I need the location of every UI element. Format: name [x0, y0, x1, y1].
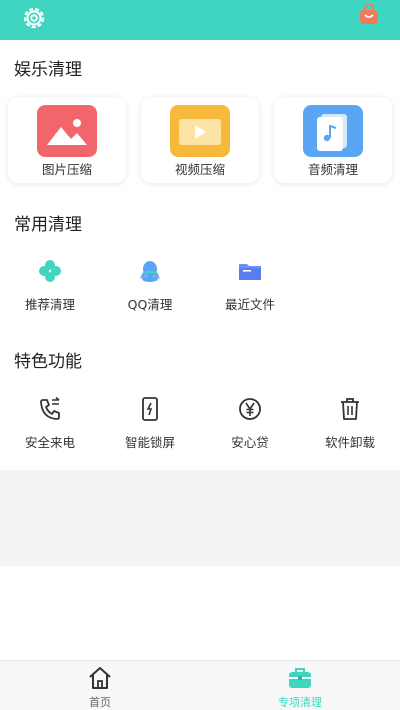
tab-special-clean[interactable]: 专项清理	[240, 665, 360, 710]
section-title-features: 特色功能	[14, 352, 82, 372]
lock-screen-icon	[142, 397, 158, 421]
video-icon	[170, 105, 230, 157]
tab-label: 专项清理	[278, 696, 322, 709]
tool-label: 推荐清理	[24, 297, 75, 312]
audio-icon	[303, 105, 363, 157]
tool-qq-clean[interactable]: QQ清理	[105, 258, 195, 313]
content-divider-band	[0, 470, 400, 566]
image-icon	[37, 105, 97, 157]
clover-icon	[39, 260, 61, 282]
tool-label: 安全来电	[24, 435, 75, 450]
tool-label: QQ清理	[127, 297, 173, 312]
card-audio-clean[interactable]: 音频清理	[274, 97, 392, 183]
tab-label: 首页	[89, 696, 111, 709]
tab-home[interactable]: 首页	[40, 665, 160, 710]
top-bar	[0, 0, 400, 40]
card-video-compress[interactable]: 视频压缩	[141, 97, 259, 183]
tool-recent-files[interactable]: 最近文件	[205, 258, 295, 313]
home-icon	[89, 667, 111, 689]
shopping-bag-icon[interactable]	[358, 4, 380, 26]
qq-icon	[140, 261, 160, 282]
card-label: 视频压缩	[174, 162, 225, 177]
yen-icon	[239, 398, 261, 420]
gear-icon[interactable]	[20, 4, 48, 32]
card-image-compress[interactable]: 图片压缩	[8, 97, 126, 183]
folder-icon	[239, 264, 261, 280]
tool-label: 智能锁屏	[124, 435, 175, 450]
tool-label: 软件卸载	[324, 435, 375, 450]
tool-smart-lock-screen[interactable]: 智能锁屏	[105, 396, 195, 451]
bottom-tab-bar: 首页 专项清理	[0, 660, 400, 710]
briefcase-icon	[289, 668, 311, 688]
tool-label: 安心贷	[231, 435, 269, 450]
card-label: 图片压缩	[41, 162, 92, 177]
card-label: 音频清理	[307, 162, 358, 177]
section-title-common: 常用清理	[14, 215, 82, 235]
tool-app-uninstall[interactable]: 软件卸载	[305, 396, 395, 451]
trash-icon	[341, 398, 359, 420]
tool-safe-call[interactable]: 安全来电	[5, 396, 95, 451]
phone-icon	[40, 396, 60, 420]
section-title-entertainment: 娱乐清理	[14, 60, 82, 80]
tool-label: 最近文件	[224, 297, 275, 312]
tool-peace-loan[interactable]: 安心贷	[205, 396, 295, 451]
tool-recommended-clean[interactable]: 推荐清理	[5, 258, 95, 313]
